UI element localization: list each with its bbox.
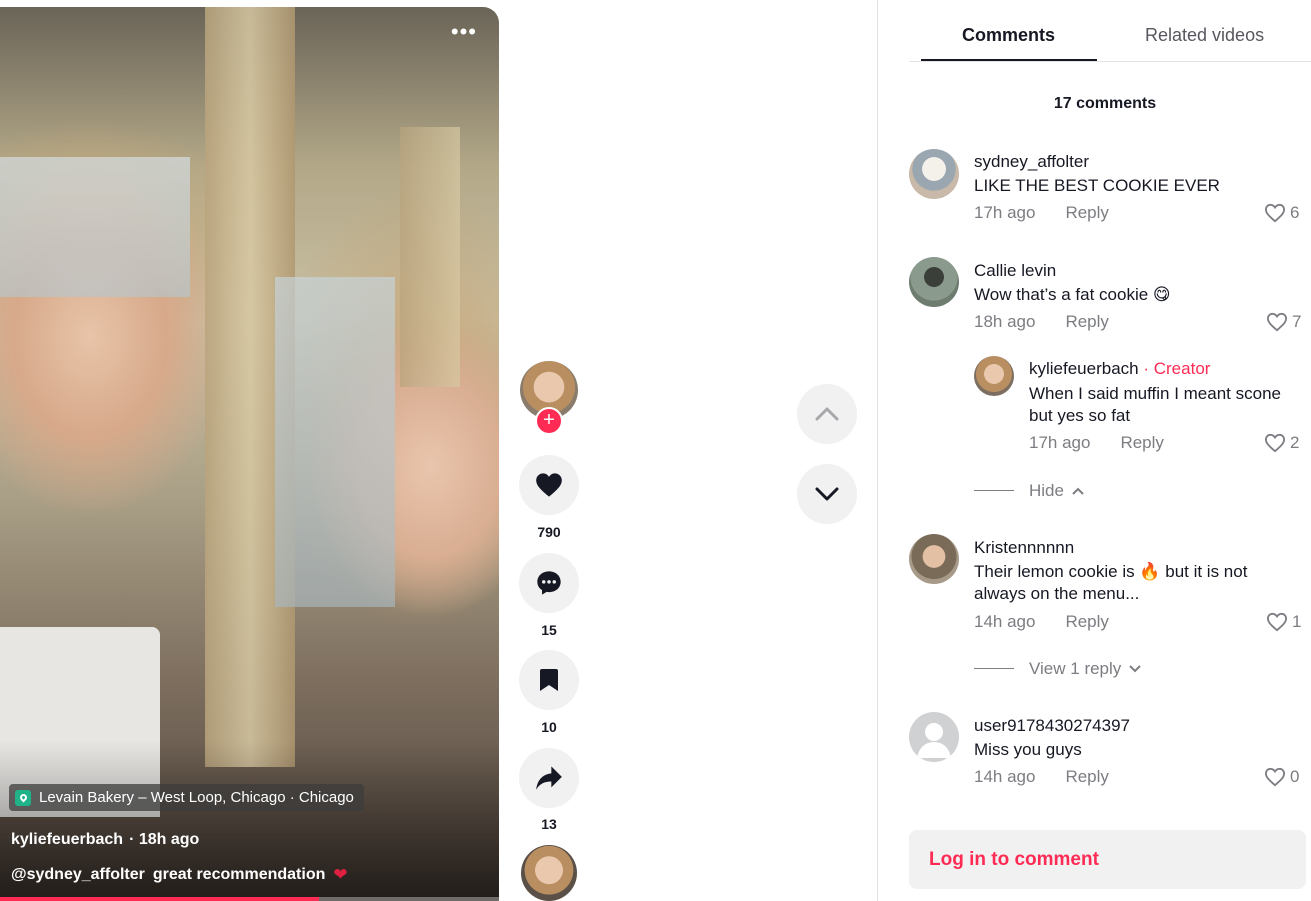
reply-text: When I said muffin I meant scone but yes… bbox=[1029, 384, 1281, 425]
comment-text: Miss you guys bbox=[974, 740, 1082, 759]
video-caption: @sydney_affolter great recommendation ❤ bbox=[11, 865, 348, 885]
video-frame-pillar bbox=[400, 127, 460, 387]
comment-bubble-icon bbox=[537, 571, 561, 595]
avatar[interactable] bbox=[909, 257, 959, 307]
chevron-down-icon bbox=[1129, 665, 1142, 673]
comment-like[interactable]: 6 bbox=[1264, 203, 1299, 223]
location-label: Levain Bakery – West Loop, Chicago · Chi… bbox=[39, 789, 354, 806]
avatar[interactable] bbox=[909, 149, 959, 199]
chevron-up-icon bbox=[1072, 487, 1084, 495]
panel-divider bbox=[877, 0, 878, 901]
reply-header: kyliefeuerbach · Creator bbox=[1029, 359, 1210, 379]
heart-outline-icon bbox=[1266, 612, 1288, 632]
comment-meta: 14h ago Reply bbox=[974, 767, 1109, 787]
reply-button[interactable]: Reply bbox=[1065, 312, 1108, 332]
reply-button[interactable]: Reply bbox=[1065, 767, 1108, 787]
comment-button[interactable] bbox=[519, 553, 579, 613]
video-author-line: kyliefeuerbach · 18h ago bbox=[11, 831, 199, 849]
creator-badge: · Creator bbox=[1143, 359, 1211, 378]
comment-like-count: 6 bbox=[1290, 203, 1300, 222]
comment-time: 18h ago bbox=[974, 312, 1036, 331]
thread-divider bbox=[974, 668, 1014, 669]
comment-text: Their lemon cookie is 🔥 but it is not al… bbox=[974, 562, 1248, 603]
comments-count: 17 comments bbox=[1053, 95, 1157, 112]
video-frame-window bbox=[275, 277, 395, 607]
more-options-icon[interactable]: ••• bbox=[451, 21, 477, 43]
comment-username[interactable]: Callie levin bbox=[974, 261, 1056, 281]
like-count: 790 bbox=[537, 524, 561, 540]
reply-button[interactable]: Reply bbox=[1065, 612, 1108, 632]
comment-meta: 14h ago Reply bbox=[974, 612, 1109, 632]
heart-emoji-icon: ❤ bbox=[333, 865, 348, 884]
video-time: · 18h ago bbox=[129, 831, 200, 848]
heart-icon bbox=[536, 473, 562, 497]
user-silhouette-icon bbox=[917, 723, 951, 758]
comment-like[interactable]: 1 bbox=[1266, 612, 1301, 632]
caption-mention[interactable]: @sydney_affolter bbox=[11, 866, 145, 884]
video-frame-window bbox=[0, 157, 190, 297]
bookmark-count: 10 bbox=[541, 719, 557, 735]
comment-meta: 17h ago Reply bbox=[974, 203, 1109, 223]
heart-outline-icon bbox=[1264, 203, 1286, 223]
view-replies-label: View 1 reply bbox=[1029, 659, 1122, 678]
reply-username[interactable]: kyliefeuerbach bbox=[1029, 359, 1139, 378]
video-progress-bar[interactable] bbox=[0, 897, 499, 901]
comment-text: Wow that’s a fat cookie 😋 bbox=[974, 285, 1171, 304]
reply-like[interactable]: 2 bbox=[1264, 433, 1299, 453]
share-arrow-icon bbox=[536, 766, 562, 790]
music-disc-avatar[interactable] bbox=[521, 845, 577, 901]
video-author[interactable]: kyliefeuerbach bbox=[11, 831, 123, 849]
comment-username[interactable]: user9178430274397 bbox=[974, 716, 1130, 736]
like-button[interactable] bbox=[519, 455, 579, 515]
share-button[interactable] bbox=[519, 748, 579, 808]
comment-like-count: 1 bbox=[1292, 612, 1302, 631]
hide-replies-label: Hide bbox=[1029, 481, 1064, 500]
bookmark-button[interactable] bbox=[519, 650, 579, 710]
reply-like-count: 2 bbox=[1290, 433, 1300, 452]
reply-button[interactable]: Reply bbox=[1065, 203, 1108, 223]
thread-divider bbox=[974, 490, 1014, 491]
avatar[interactable] bbox=[974, 356, 1014, 396]
caption-text: great recommendation bbox=[152, 866, 326, 883]
reply-meta: 17h ago Reply bbox=[1029, 433, 1164, 453]
view-replies-button[interactable]: View 1 reply bbox=[1029, 659, 1142, 679]
comment-username[interactable]: Kristennnnnn bbox=[974, 538, 1074, 558]
chevron-up-icon bbox=[815, 407, 839, 421]
chevron-down-icon bbox=[815, 487, 839, 501]
comment-like-count: 7 bbox=[1292, 312, 1302, 331]
tab-related-videos[interactable]: Related videos bbox=[1145, 25, 1264, 46]
hide-replies-button[interactable]: Hide bbox=[1029, 481, 1084, 501]
avatar[interactable] bbox=[909, 534, 959, 584]
comment-time: 17h ago bbox=[974, 203, 1036, 222]
reply-time: 17h ago bbox=[1029, 433, 1091, 452]
share-count: 13 bbox=[541, 816, 557, 832]
comment-like-count: 0 bbox=[1290, 767, 1300, 786]
reply-button[interactable]: Reply bbox=[1120, 433, 1163, 453]
previous-video-button[interactable] bbox=[797, 384, 857, 444]
default-avatar-icon[interactable] bbox=[909, 712, 959, 762]
comment-username[interactable]: sydney_affolter bbox=[974, 152, 1089, 172]
video-progress-fill bbox=[0, 897, 320, 901]
comment-time: 14h ago bbox=[974, 767, 1036, 786]
active-tab-indicator bbox=[921, 59, 1097, 61]
bookmark-icon bbox=[540, 669, 558, 691]
heart-outline-icon bbox=[1264, 767, 1286, 787]
comment-count: 15 bbox=[541, 622, 557, 638]
comments-tabs: Comments Related videos bbox=[909, 0, 1311, 62]
next-video-button[interactable] bbox=[797, 464, 857, 524]
location-pin-icon bbox=[15, 789, 31, 806]
location-tag[interactable]: Levain Bakery – West Loop, Chicago · Chi… bbox=[9, 784, 364, 811]
comment-like[interactable]: 7 bbox=[1266, 312, 1301, 332]
login-to-comment-button[interactable]: Log in to comment bbox=[909, 830, 1306, 889]
comment-like[interactable]: 0 bbox=[1264, 767, 1299, 787]
tab-comments[interactable]: Comments bbox=[962, 25, 1055, 46]
heart-outline-icon bbox=[1264, 433, 1286, 453]
heart-outline-icon bbox=[1266, 312, 1288, 332]
comment-meta: 18h ago Reply bbox=[974, 312, 1109, 332]
follow-button[interactable]: + bbox=[535, 407, 563, 435]
comment-time: 14h ago bbox=[974, 612, 1036, 631]
video-player[interactable]: ••• Levain Bakery – West Loop, Chicago ·… bbox=[0, 7, 499, 901]
comment-text: LIKE THE BEST COOKIE EVER bbox=[974, 176, 1220, 195]
